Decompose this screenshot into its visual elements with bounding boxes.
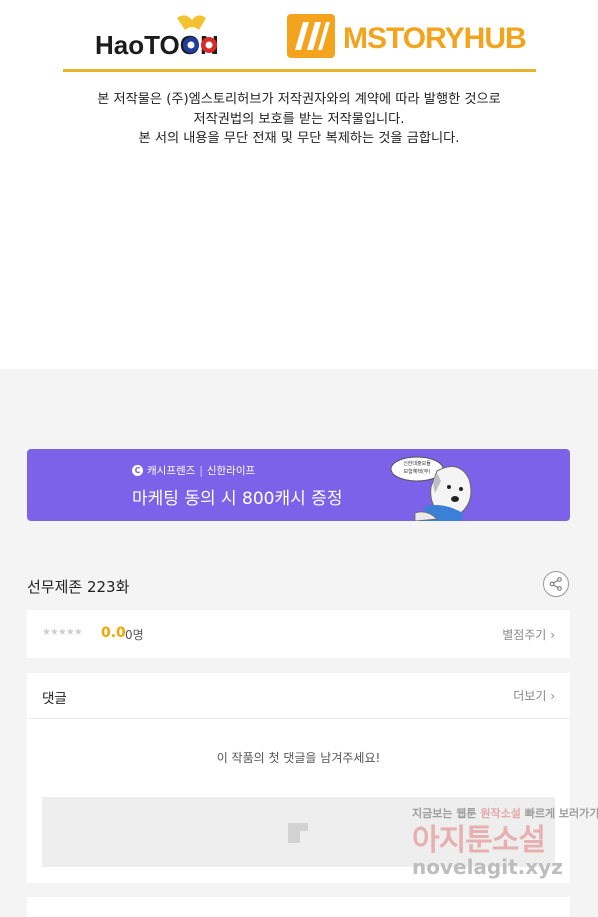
divider [63, 69, 536, 72]
image-placeholder-icon [288, 823, 308, 843]
comments-header: 댓글 [42, 691, 67, 707]
notice-line: 저작권법의 보호를 받는 저작물입니다. [193, 111, 405, 127]
notice-line: 본 저작물은 (주)엠스토리허브가 저작권자와의 계약에 따라 발행한 것으로 [97, 92, 501, 107]
notice-line: 본 서의 내용을 무단 전재 및 무단 복제하는 것을 금합니다. [138, 131, 460, 146]
ad-brand-left: 캐시프렌즈 [147, 465, 196, 477]
next-section-card [27, 897, 570, 917]
divider [27, 718, 570, 719]
mstoryhub-logo-text: MSTORYHUB [343, 22, 526, 55]
rating-card: ★★★★★ 0.0 0명 별점주기 › [27, 610, 570, 658]
share-icon [549, 577, 562, 591]
copyright-banner: HaoTOON MSTORYHUB 본 저작물은 (주)엠스토리허브가 저작권자… [0, 0, 598, 369]
ad-brand: C 캐시프렌즈 | 신한라이프 [132, 463, 255, 478]
comment-input[interactable] [42, 797, 555, 867]
cashfriends-logo-icon: C [132, 465, 143, 476]
more-comments-label: 더보기 [513, 689, 547, 703]
ad-bubble-text: 신한대출모듈 [403, 460, 431, 467]
ad-banner[interactable]: C 캐시프렌즈 | 신한라이프 마케팅 동의 시 800캐시 증정 신한대출모듈… [27, 449, 570, 521]
ad-bubble-text: 보험혜택(무) [404, 468, 431, 475]
rate-button[interactable]: 별점주기 › [502, 626, 555, 643]
chevron-right-icon: › [550, 628, 555, 642]
rating-count: 0명 [125, 628, 144, 642]
more-comments-button[interactable]: 더보기 › [513, 687, 555, 704]
ad-brand-separator: | [199, 464, 203, 477]
share-button[interactable] [543, 571, 569, 597]
ad-title: 마케팅 동의 시 800캐시 증정 [132, 489, 343, 509]
rate-button-label: 별점주기 [502, 628, 547, 642]
comments-empty-message: 이 작품의 첫 댓글을 남겨주세요! [216, 751, 381, 765]
copyright-notice: 본 저작물은 (주)엠스토리허브가 저작권자와의 계약에 따라 발행한 것으로 … [0, 90, 598, 149]
mstoryhub-logo: MSTORYHUB [287, 14, 527, 58]
dog-mascot-icon: 신한대출모듈 보험혜택(무) [390, 456, 472, 521]
rating-stars-icon: ★★★★★ [42, 627, 83, 638]
ad-brand-right: 신한라이프 [206, 465, 256, 477]
chevron-right-icon: › [550, 689, 555, 703]
comments-card: 댓글 더보기 › 이 작품의 첫 댓글을 남겨주세요! [27, 673, 570, 883]
haotoon-logo-text: HaoTOON [95, 30, 219, 58]
rating-score: 0.0 [101, 625, 126, 641]
episode-title: 선무제존 223화 [27, 578, 130, 596]
haotoon-logo: HaoTOON [95, 15, 219, 58]
